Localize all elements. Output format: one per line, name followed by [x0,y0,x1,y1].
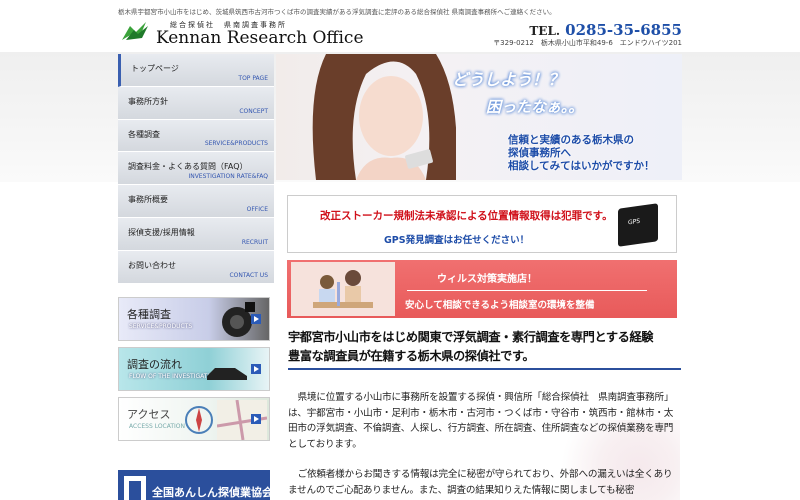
nav-sublabel: INVESTIGATION RATE&FAQ [188,173,268,181]
nav-label: お問い合わせ [128,260,176,270]
page-headline: 宇都宮市小山市をはじめ関東で浮気調査・素行調査を専門とする経験 豊富な調査員が在… [288,328,680,366]
nav-label: 各種調査 [128,129,160,139]
gps-device-label: GPS [628,217,641,227]
banner-title: 各種調査 [127,308,171,321]
gps-banner-subline: GPS発見調査はお任せください！ [384,235,530,246]
worried-woman-icon [312,54,456,180]
hero-message-line: 信頼と実績のある栃木県の [508,134,634,146]
gps-banner-headline: 改正ストーカー規制法未承認による位置情報取得は犯罪です。 [320,210,613,222]
camera-icon [222,302,255,337]
nav-sublabel: CONCEPT [239,107,268,115]
nav-sublabel: SERVICE&PRODUCTS [204,140,268,148]
hero-banner: どうしよう！？ 困ったなぁ。。 信頼と実績のある栃木県の 探偵事務所へ 相談して… [276,54,682,180]
virus-banner-headline: ウィルス対策実施店！ [437,274,537,285]
site-header: 総合探偵社 県南調査事務所 Kennan Research Office TEL… [118,18,682,50]
hero-message-line: 探偵事務所へ [508,147,571,159]
nav-sublabel: CONTACT US [229,271,268,279]
hero-question-1: どうしよう！？ [452,70,565,89]
side-banners: 各種調査 SERVICE&PRODUCTS 調査の流れ FLOW OF THE … [118,297,270,447]
banner-services[interactable]: 各種調査 SERVICE&PRODUCTS [118,297,270,341]
nav-label: 事務所概要 [128,195,168,205]
headline-line: 宇都宮市小山市をはじめ関東で浮気調査・素行調査を専門とする経験 [288,330,654,344]
headline-divider [288,368,681,370]
hero-message: 信頼と実績のある栃木県の 探偵事務所へ 相談してみてはいかがですか！ [508,134,654,173]
nav-item-top[interactable]: トップページ TOP PAGE [118,54,274,87]
address: 〒329-0212 栃木県小山市平和49-6 エンドウハイツ201 [493,39,682,47]
tel-label: TEL. [529,24,561,38]
hero-question-2: 困ったなぁ。。 [486,98,584,116]
association-banner[interactable]: 全国あんしん探偵業協会 [118,470,270,500]
car-icon [207,368,247,380]
tel-block[interactable]: TEL. 0285-35-6855 [529,20,682,39]
gps-device-icon: GPS [618,203,658,247]
hero-message-line: 相談してみてはいかがですか！ [508,160,655,172]
consultation-illustration-icon [291,262,395,316]
virus-banner-divider [407,290,647,291]
nav-item-contact[interactable]: お問い合わせ CONTACT US [118,250,274,284]
nav-sublabel: TOP PAGE [238,74,268,82]
nav-label: 探偵支援/採用情報 [128,227,195,237]
headline-line: 豊富な調査員が在籍する栃木県の探偵社です。 [288,349,535,363]
intro-paragraph: ご依頼者様からお聞きする情報は完全に秘密が守られており、外部への漏えいは全くあり… [288,469,673,496]
nav-label: トップページ [131,64,179,73]
nav-label: 調査料金・よくある質問（FAQ） [128,162,248,172]
gps-banner[interactable]: 改正ストーカー規制法未承認による位置情報取得は犯罪です。 GPS発見調査はお任せ… [287,195,677,253]
top-note: 栃木県宇都宮市小山市をはじめ、茨城県筑西市古河市つくば市の調査実績がある浮気調査… [118,8,556,16]
nav-sublabel: RECRUIT [241,238,268,246]
banner-title: 調査の流れ [127,358,182,371]
banner-title: アクセス [127,408,171,421]
virus-banner-subline: 安心して相談できるよう相談室の環境を整備 [405,300,595,311]
logo-title[interactable]: Kennan Research Office [156,28,364,48]
banner-flow[interactable]: 調査の流れ FLOW OF THE INVESTIGATION [118,347,270,391]
logo-bird-icon [122,22,148,40]
nav-item-rates-faq[interactable]: 調査料金・よくある質問（FAQ） INVESTIGATION RATE&FAQ [118,152,274,186]
arrow-right-icon [251,414,261,424]
compass-icon [185,406,213,434]
banner-subtitle: SERVICE&PRODUCTS [129,323,193,330]
nav-item-office[interactable]: 事務所概要 OFFICE [118,185,274,218]
banner-subtitle: ACCESS LOCATION [129,423,186,430]
nav-label: 事務所方針 [128,96,168,106]
nav-item-recruit[interactable]: 探偵支援/採用情報 RECRUIT [118,217,274,251]
association-title: 全国あんしん探偵業協会 [152,486,270,499]
nav-item-services[interactable]: 各種調査 SERVICE&PRODUCTS [118,119,274,153]
banner-access[interactable]: アクセス ACCESS LOCATION [118,397,270,441]
arrow-right-icon [251,314,261,324]
association-logo-icon [124,476,146,500]
virus-banner[interactable]: ウィルス対策実施店！ 安心して相談できるよう相談室の環境を整備 [287,260,677,318]
side-navigation: トップページ TOP PAGE 事務所方針 CONCEPT 各種調査 SERVI… [118,54,274,284]
tel-number[interactable]: 0285-35-6855 [565,21,682,39]
nav-item-concept[interactable]: 事務所方針 CONCEPT [118,86,274,120]
arrow-right-icon [251,364,261,374]
intro-text: 県境に位置する小山市に事務所を設置する探偵・興信所「総合探偵社 県南調査事務所」… [288,390,680,500]
intro-paragraph: 県境に位置する小山市に事務所を設置する探偵・興信所「総合探偵社 県南調査事務所」… [288,392,674,450]
nav-sublabel: OFFICE [246,205,268,213]
